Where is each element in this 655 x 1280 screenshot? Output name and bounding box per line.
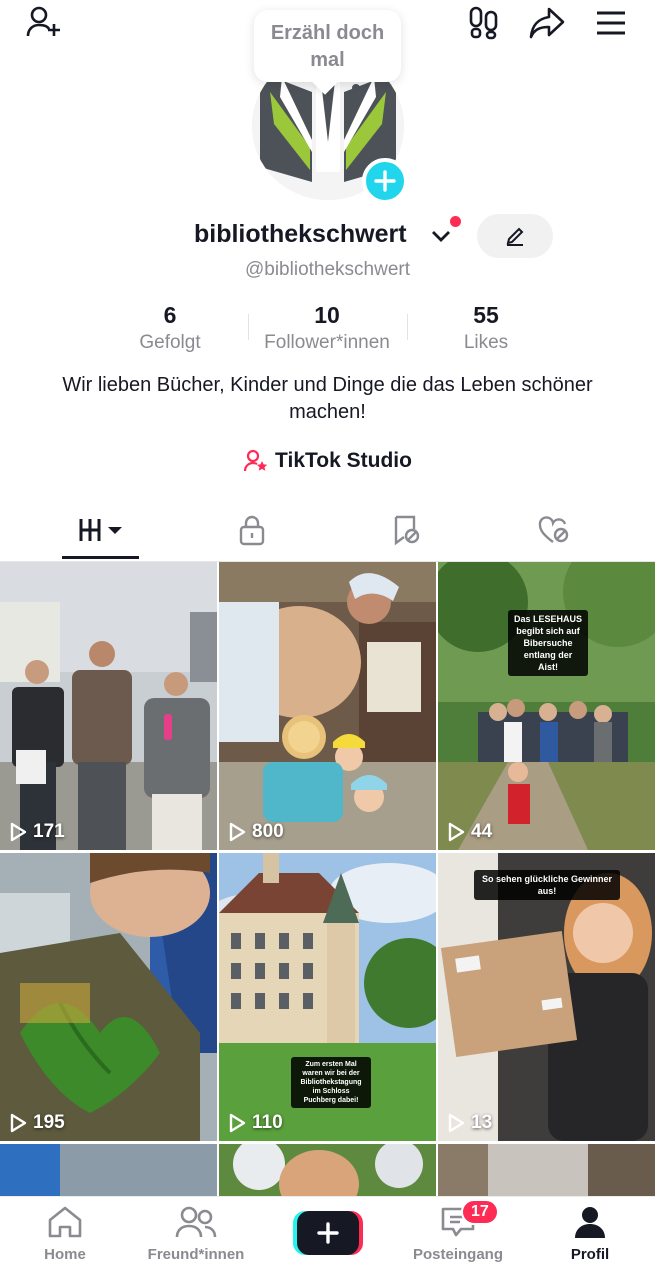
lock-icon <box>239 515 265 546</box>
view-count: 13 <box>447 1112 492 1134</box>
active-tab-indicator <box>62 556 139 559</box>
share-icon[interactable] <box>525 4 569 42</box>
video-thumbnail[interactable] <box>438 1144 655 1196</box>
view-count: 800 <box>228 821 284 843</box>
stat-likes[interactable]: 55 Likes <box>426 300 546 356</box>
tab-reposts[interactable] <box>376 510 436 550</box>
view-count: 44 <box>447 821 492 843</box>
profile-stats: 6 Gefolgt 10 Follower*innen 55 Likes <box>0 300 655 360</box>
footprints-icon[interactable] <box>464 4 504 42</box>
add-friend-icon[interactable] <box>22 2 66 42</box>
view-count-value: 44 <box>471 821 493 842</box>
video-overlay-text: Das LESEHAUS begibt sich auf Bibersuche … <box>508 610 588 676</box>
view-count-value: 171 <box>33 821 65 842</box>
stat-following-label: Gefolgt <box>139 332 201 353</box>
stat-likes-value: 55 <box>473 302 499 328</box>
nav-home[interactable]: Home <box>5 1205 125 1263</box>
nav-friends[interactable]: Freund*innen <box>136 1205 256 1263</box>
friends-icon <box>175 1206 217 1238</box>
tagged-icon <box>394 515 420 546</box>
profile-icon <box>575 1207 605 1238</box>
play-icon <box>10 822 27 842</box>
videos-grid-icon <box>79 519 122 541</box>
video-thumbnail[interactable]: 800 <box>219 562 436 850</box>
bottom-navigation: Home Freund*innen Posteingang Profil <box>0 1196 655 1280</box>
video-thumbnail[interactable]: 195 <box>0 853 217 1141</box>
play-icon <box>448 822 465 842</box>
play-icon <box>229 1113 246 1133</box>
tab-videos[interactable] <box>62 510 139 550</box>
nav-inbox-label: Posteingang <box>412 1246 503 1263</box>
video-thumbnail[interactable]: 171 <box>0 562 217 850</box>
edit-profile-button[interactable] <box>477 214 553 258</box>
nav-friends-label: Freund*innen <box>147 1246 245 1263</box>
user-handle: @bibliothekschwert <box>0 259 655 281</box>
studio-icon <box>243 449 268 472</box>
username[interactable]: bibliothekschwert <box>194 220 407 249</box>
view-count-value: 13 <box>471 1112 493 1133</box>
stat-following-value: 6 <box>163 302 177 328</box>
tab-liked[interactable] <box>524 510 584 550</box>
video-thumbnail[interactable] <box>0 1144 217 1196</box>
tab-private[interactable] <box>222 510 282 550</box>
studio-label: TikTok Studio <box>275 449 412 472</box>
video-thumbnail[interactable]: Zum ersten Mal waren wir bei der Bibliot… <box>219 853 436 1141</box>
play-icon <box>229 822 246 842</box>
create-button-face <box>297 1211 359 1255</box>
add-avatar-button[interactable] <box>362 158 408 204</box>
nav-profile[interactable]: Profil <box>530 1205 650 1263</box>
plus-icon <box>317 1222 339 1244</box>
play-icon <box>448 1113 465 1133</box>
view-count-value: 110 <box>252 1112 283 1133</box>
chevron-down-icon[interactable] <box>430 228 452 249</box>
view-count: 110 <box>228 1112 283 1134</box>
view-count-value: 195 <box>33 1112 65 1133</box>
stat-divider <box>248 314 249 340</box>
nav-inbox[interactable]: Posteingang <box>398 1205 518 1263</box>
pencil-icon <box>506 227 524 246</box>
play-icon <box>10 1113 27 1133</box>
liked-icon <box>538 516 569 543</box>
view-count: 195 <box>9 1112 65 1134</box>
home-icon <box>48 1206 82 1238</box>
video-thumbnail[interactable]: Das LESEHAUS begibt sich auf Bibersuche … <box>438 562 655 850</box>
tooltip-bubble[interactable]: Erzähl doch mal <box>254 10 401 82</box>
stat-followers-label: Follower*innen <box>264 332 390 353</box>
nav-home-label: Home <box>44 1246 86 1263</box>
username-row: bibliothekschwert <box>0 218 655 258</box>
inbox-badge: 17 <box>461 1199 499 1225</box>
content-tabs <box>0 500 655 562</box>
bio: Wir lieben Bücher, Kinder und Dinge die … <box>62 374 593 423</box>
stat-likes-label: Likes <box>463 332 509 353</box>
create-button[interactable] <box>293 1211 363 1255</box>
notification-dot <box>450 216 461 227</box>
stat-followers[interactable]: 10 Follower*innen <box>247 300 407 356</box>
tiktok-studio-link[interactable]: TikTok Studio <box>0 448 655 474</box>
nav-profile-label: Profil <box>570 1246 610 1263</box>
view-count: 171 <box>9 821 65 843</box>
video-thumbnail[interactable]: So sehen glückliche Gewinner aus! 13 <box>438 853 655 1141</box>
stat-divider <box>407 314 408 340</box>
menu-icon[interactable] <box>590 6 632 40</box>
video-overlay-text: So sehen glückliche Gewinner aus! <box>474 870 620 900</box>
video-overlay-text: Zum ersten Mal waren wir bei der Bibliot… <box>291 1057 371 1108</box>
stat-followers-value: 10 <box>314 302 340 328</box>
view-count-value: 800 <box>252 821 284 842</box>
video-thumbnail[interactable] <box>219 1144 436 1196</box>
user-handle-text: @bibliothekschwert <box>244 259 411 280</box>
stat-following[interactable]: 6 Gefolgt <box>110 300 230 356</box>
